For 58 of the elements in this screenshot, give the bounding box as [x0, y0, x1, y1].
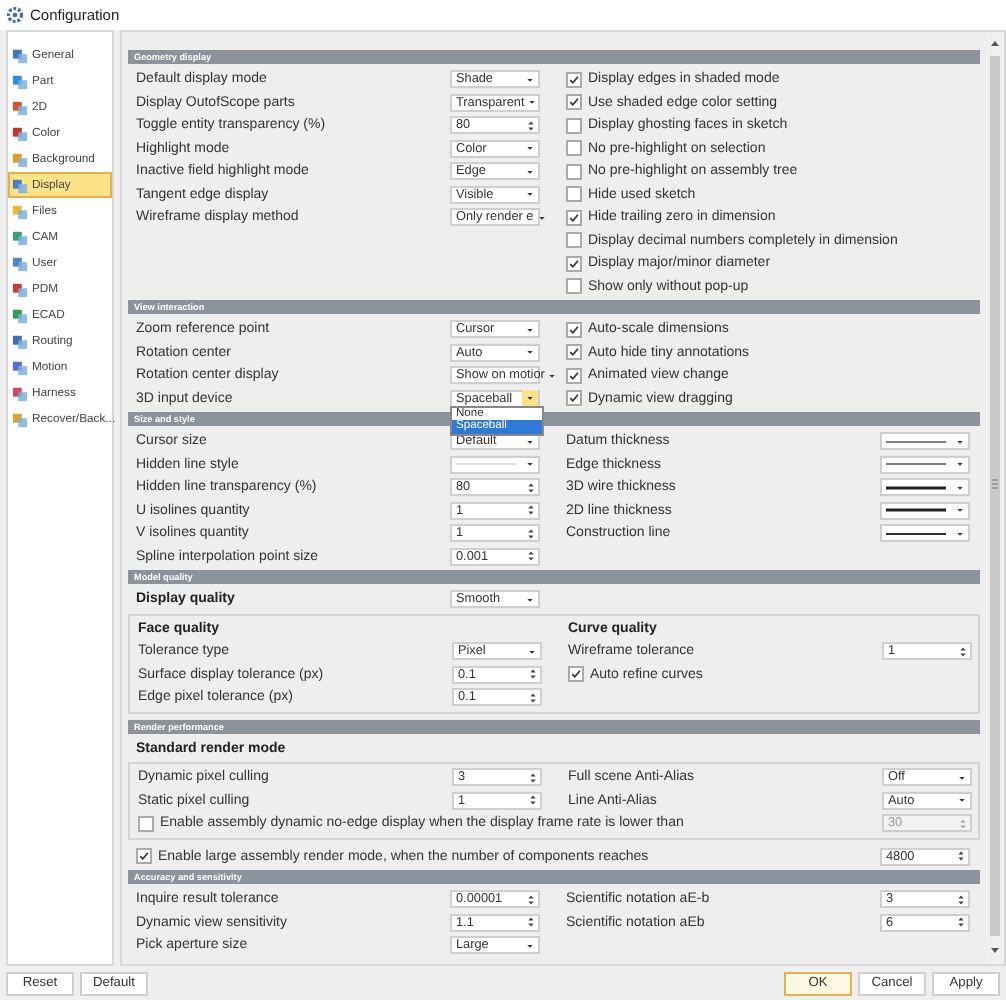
checkbox[interactable]	[566, 117, 582, 134]
spinner-icon[interactable]	[526, 479, 536, 496]
spinner-icon[interactable]	[528, 792, 538, 809]
tile-icon	[12, 333, 28, 349]
tile-icon	[12, 281, 28, 297]
tile-icon	[12, 73, 28, 89]
checkbox[interactable]	[566, 232, 582, 249]
checkbox[interactable]	[566, 278, 582, 295]
spinner-icon[interactable]	[526, 914, 536, 931]
tile-icon	[12, 203, 28, 219]
spinner-icon[interactable]	[528, 769, 538, 786]
tile-icon	[12, 229, 28, 245]
spinner-icon[interactable]	[958, 643, 968, 660]
checkbox[interactable]	[566, 140, 582, 157]
spinner-icon[interactable]	[526, 117, 536, 134]
checkbox[interactable]	[138, 815, 154, 832]
tile-icon	[12, 307, 28, 323]
spinner-icon[interactable]	[956, 891, 966, 908]
checkbox[interactable]	[566, 367, 582, 384]
tile-icon	[12, 177, 28, 193]
line-style-dropdown[interactable]	[880, 478, 970, 497]
line-style-dropdown[interactable]	[880, 501, 970, 520]
checkbox[interactable]	[566, 321, 582, 338]
spinner-icon[interactable]	[528, 666, 538, 683]
caret-icon	[522, 390, 538, 407]
gear-icon	[6, 6, 24, 24]
checkbox[interactable]	[566, 94, 582, 111]
checkbox[interactable]	[566, 344, 582, 361]
spinner-icon[interactable]	[526, 525, 536, 542]
line-sample-icon	[886, 460, 946, 469]
tile-icon	[12, 255, 28, 271]
tile-icon	[12, 99, 28, 115]
tile-icon	[12, 385, 28, 401]
checkbox[interactable]	[568, 666, 584, 683]
checkbox[interactable]	[136, 848, 152, 865]
tile-icon	[12, 125, 28, 141]
spinner-icon[interactable]	[956, 914, 966, 931]
line-sample-icon	[886, 483, 946, 492]
spinner-icon[interactable]	[528, 689, 538, 706]
line-sample-icon	[456, 460, 516, 469]
checkbox[interactable]	[566, 71, 582, 88]
tile-icon	[12, 151, 28, 167]
checkbox[interactable]	[566, 390, 582, 407]
spinner-icon[interactable]	[526, 891, 536, 908]
tile-icon	[12, 359, 28, 375]
spinner-icon[interactable]	[526, 502, 536, 519]
tile-icon	[12, 47, 28, 63]
checkbox[interactable]	[566, 255, 582, 272]
checkbox[interactable]	[566, 163, 582, 180]
line-sample-icon	[886, 506, 946, 515]
line-style-dropdown[interactable]	[880, 524, 970, 543]
spinner-icon[interactable]	[956, 848, 966, 865]
checkbox[interactable]	[566, 209, 582, 226]
spinner-icon[interactable]	[526, 548, 536, 565]
line-sample-icon	[886, 437, 946, 446]
line-sample-icon	[886, 529, 946, 538]
tile-icon	[12, 411, 28, 427]
checkbox[interactable]	[566, 186, 582, 203]
